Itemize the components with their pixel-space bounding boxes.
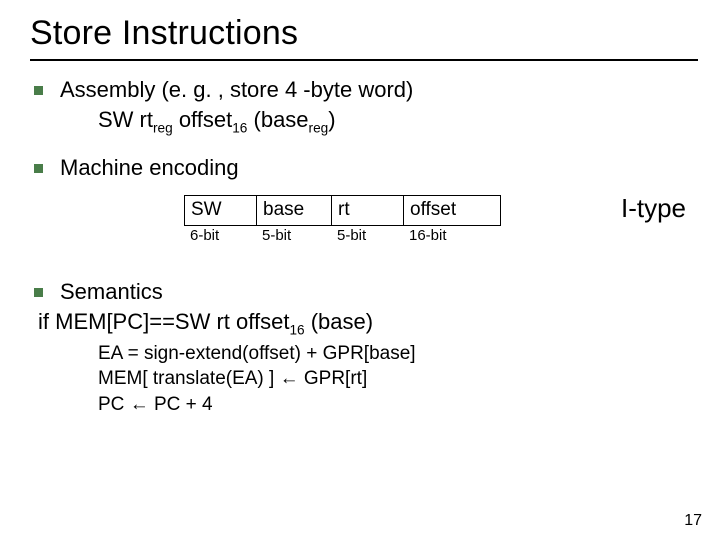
enc-bits-sw: 6-bit	[184, 226, 256, 244]
syntax-part: offset	[173, 107, 233, 132]
bullet-assembly: Assembly (e. g. , store 4 -byte word)	[34, 77, 698, 103]
encoding-bits: 6-bit 5-bit 5-bit 16-bit	[184, 226, 698, 244]
page-number: 17	[684, 512, 702, 530]
syntax-sub: 16	[232, 120, 247, 135]
assembly-syntax: SW rtreg offset16 (basereg)	[34, 107, 698, 135]
sem-text: if MEM[PC]==SW rt offset	[38, 309, 289, 334]
bullet-text: Semantics	[60, 279, 163, 304]
sem-line-ea: EA = sign-extend(offset) + GPR[base]	[98, 341, 698, 367]
syntax-sub: reg	[153, 120, 173, 135]
enc-bits-rt: 5-bit	[331, 226, 403, 244]
syntax-sub: reg	[309, 120, 329, 135]
bullet-encoding: Machine encoding	[34, 155, 698, 181]
sem-line-mem: MEM[ translate(EA) ] ← GPR[rt]	[98, 366, 698, 392]
sem-text: MEM[ translate(EA) ]	[98, 368, 280, 389]
enc-bits-base: 5-bit	[256, 226, 331, 244]
enc-bits-offset: 16-bit	[403, 226, 501, 244]
sem-text: GPR[rt]	[299, 368, 368, 389]
bullet-text: Machine encoding	[60, 155, 239, 180]
slide: Store Instructions Assembly (e. g. , sto…	[0, 0, 720, 540]
sem-line-pc: PC ← PC + 4	[98, 392, 698, 418]
enc-field-sw: SW	[184, 195, 256, 226]
left-arrow-icon: ←	[130, 394, 149, 415]
syntax-part: SW rt	[98, 107, 153, 132]
left-arrow-icon: ←	[280, 368, 299, 389]
sem-sub: 16	[289, 323, 304, 338]
bullet-list: Assembly (e. g. , store 4 -byte word) SW…	[34, 77, 698, 418]
semantics-condition: if MEM[PC]==SW rt offset16 (base)	[34, 309, 698, 337]
title-rule	[30, 59, 698, 61]
page-title: Store Instructions	[30, 14, 698, 53]
encoding-row: SW base rt offset 6-bit 5-bit 5-bit 16-b…	[184, 195, 698, 255]
sem-text: PC + 4	[149, 394, 213, 415]
syntax-part: (base	[247, 107, 308, 132]
semantics-body: EA = sign-extend(offset) + GPR[base] MEM…	[98, 341, 698, 418]
enc-field-rt: rt	[331, 195, 403, 226]
bullet-icon	[34, 164, 43, 173]
syntax-part: )	[328, 107, 335, 132]
bullet-semantics: Semantics	[34, 279, 698, 305]
sem-text: PC	[98, 394, 130, 415]
bullet-text: Assembly (e. g. , store 4 -byte word)	[60, 77, 413, 102]
i-type-label: I-type	[621, 193, 686, 224]
sem-text: (base)	[305, 309, 373, 334]
enc-field-offset: offset	[403, 195, 501, 226]
enc-field-base: base	[256, 195, 331, 226]
bullet-icon	[34, 86, 43, 95]
bullet-icon	[34, 288, 43, 297]
